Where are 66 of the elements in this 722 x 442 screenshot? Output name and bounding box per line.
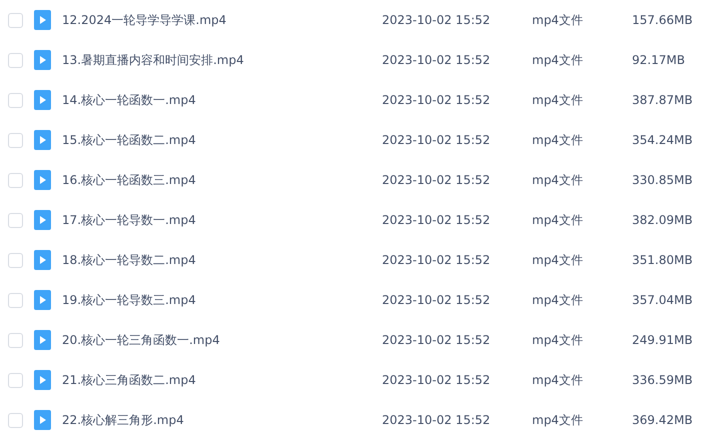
file-size: 369.42MB <box>632 412 693 429</box>
video-file-icon <box>34 410 51 430</box>
checkbox[interactable] <box>8 52 23 68</box>
video-file-icon <box>34 210 51 230</box>
file-type: mp4文件 <box>532 372 584 389</box>
video-file-icon <box>34 10 51 30</box>
file-size: 351.80MB <box>632 252 693 269</box>
file-type: mp4文件 <box>532 172 584 189</box>
modified-date: 2023-10-02 15:52 <box>382 172 492 189</box>
file-type: mp4文件 <box>532 52 584 69</box>
file-size: 249.91MB <box>632 332 693 349</box>
file-size: 354.24MB <box>632 132 693 149</box>
checkbox[interactable] <box>8 292 23 308</box>
file-type: mp4文件 <box>532 132 584 149</box>
file-name[interactable]: 15.核心一轮函数二.mp4 <box>62 131 382 149</box>
modified-date: 2023-10-02 15:52 <box>382 132 492 149</box>
file-type: mp4文件 <box>532 92 584 109</box>
modified-date: 2023-10-02 15:52 <box>382 412 492 429</box>
modified-date: 2023-10-02 15:52 <box>382 52 492 69</box>
file-name[interactable]: 22.核心解三角形.mp4 <box>62 411 382 429</box>
file-size: 382.09MB <box>632 212 693 229</box>
file-type: mp4文件 <box>532 332 584 349</box>
checkbox[interactable] <box>8 252 23 268</box>
file-type: mp4文件 <box>532 12 584 29</box>
file-size: 336.59MB <box>632 372 693 389</box>
file-type: mp4文件 <box>532 292 584 309</box>
file-name[interactable]: 12.2024一轮导学导学课.mp4 <box>62 11 382 29</box>
checkbox[interactable] <box>8 92 23 108</box>
checkbox[interactable] <box>8 412 23 428</box>
file-size: 330.85MB <box>632 172 693 189</box>
file-size: 92.17MB <box>632 52 685 69</box>
checkbox[interactable] <box>8 212 23 228</box>
checkbox[interactable] <box>8 132 23 148</box>
file-name[interactable]: 21.核心三角函数二.mp4 <box>62 371 382 389</box>
file-name[interactable]: 19.核心一轮导数三.mp4 <box>62 291 382 309</box>
file-size: 357.04MB <box>632 292 693 309</box>
file-type: mp4文件 <box>532 412 584 429</box>
modified-date: 2023-10-02 15:52 <box>382 292 492 309</box>
file-name[interactable]: 16.核心一轮函数三.mp4 <box>62 171 382 189</box>
file-size: 387.87MB <box>632 92 693 109</box>
video-file-icon <box>34 170 51 190</box>
video-file-icon <box>34 290 51 310</box>
file-name[interactable]: 13.暑期直播内容和时间安排.mp4 <box>62 51 382 69</box>
video-file-icon <box>34 50 51 70</box>
modified-date: 2023-10-02 15:52 <box>382 252 492 269</box>
checkbox[interactable] <box>8 372 23 388</box>
video-file-icon <box>34 130 51 150</box>
video-file-icon <box>34 90 51 110</box>
video-file-icon <box>34 250 51 270</box>
modified-date: 2023-10-02 15:52 <box>382 12 492 29</box>
file-type: mp4文件 <box>532 212 584 229</box>
file-name[interactable]: 17.核心一轮导数一.mp4 <box>62 211 382 229</box>
modified-date: 2023-10-02 15:52 <box>382 332 492 349</box>
video-file-icon <box>34 370 51 390</box>
modified-date: 2023-10-02 15:52 <box>382 92 492 109</box>
modified-date: 2023-10-02 15:52 <box>382 212 492 229</box>
video-file-icon <box>34 330 51 350</box>
checkbox[interactable] <box>8 12 23 28</box>
checkbox[interactable] <box>8 172 23 188</box>
modified-date: 2023-10-02 15:52 <box>382 372 492 389</box>
file-name[interactable]: 18.核心一轮导数二.mp4 <box>62 251 382 269</box>
file-name[interactable]: 20.核心一轮三角函数一.mp4 <box>62 331 382 349</box>
file-size: 157.66MB <box>632 12 693 29</box>
checkbox[interactable] <box>8 332 23 348</box>
file-name[interactable]: 14.核心一轮函数一.mp4 <box>62 91 382 109</box>
file-type: mp4文件 <box>532 252 584 269</box>
